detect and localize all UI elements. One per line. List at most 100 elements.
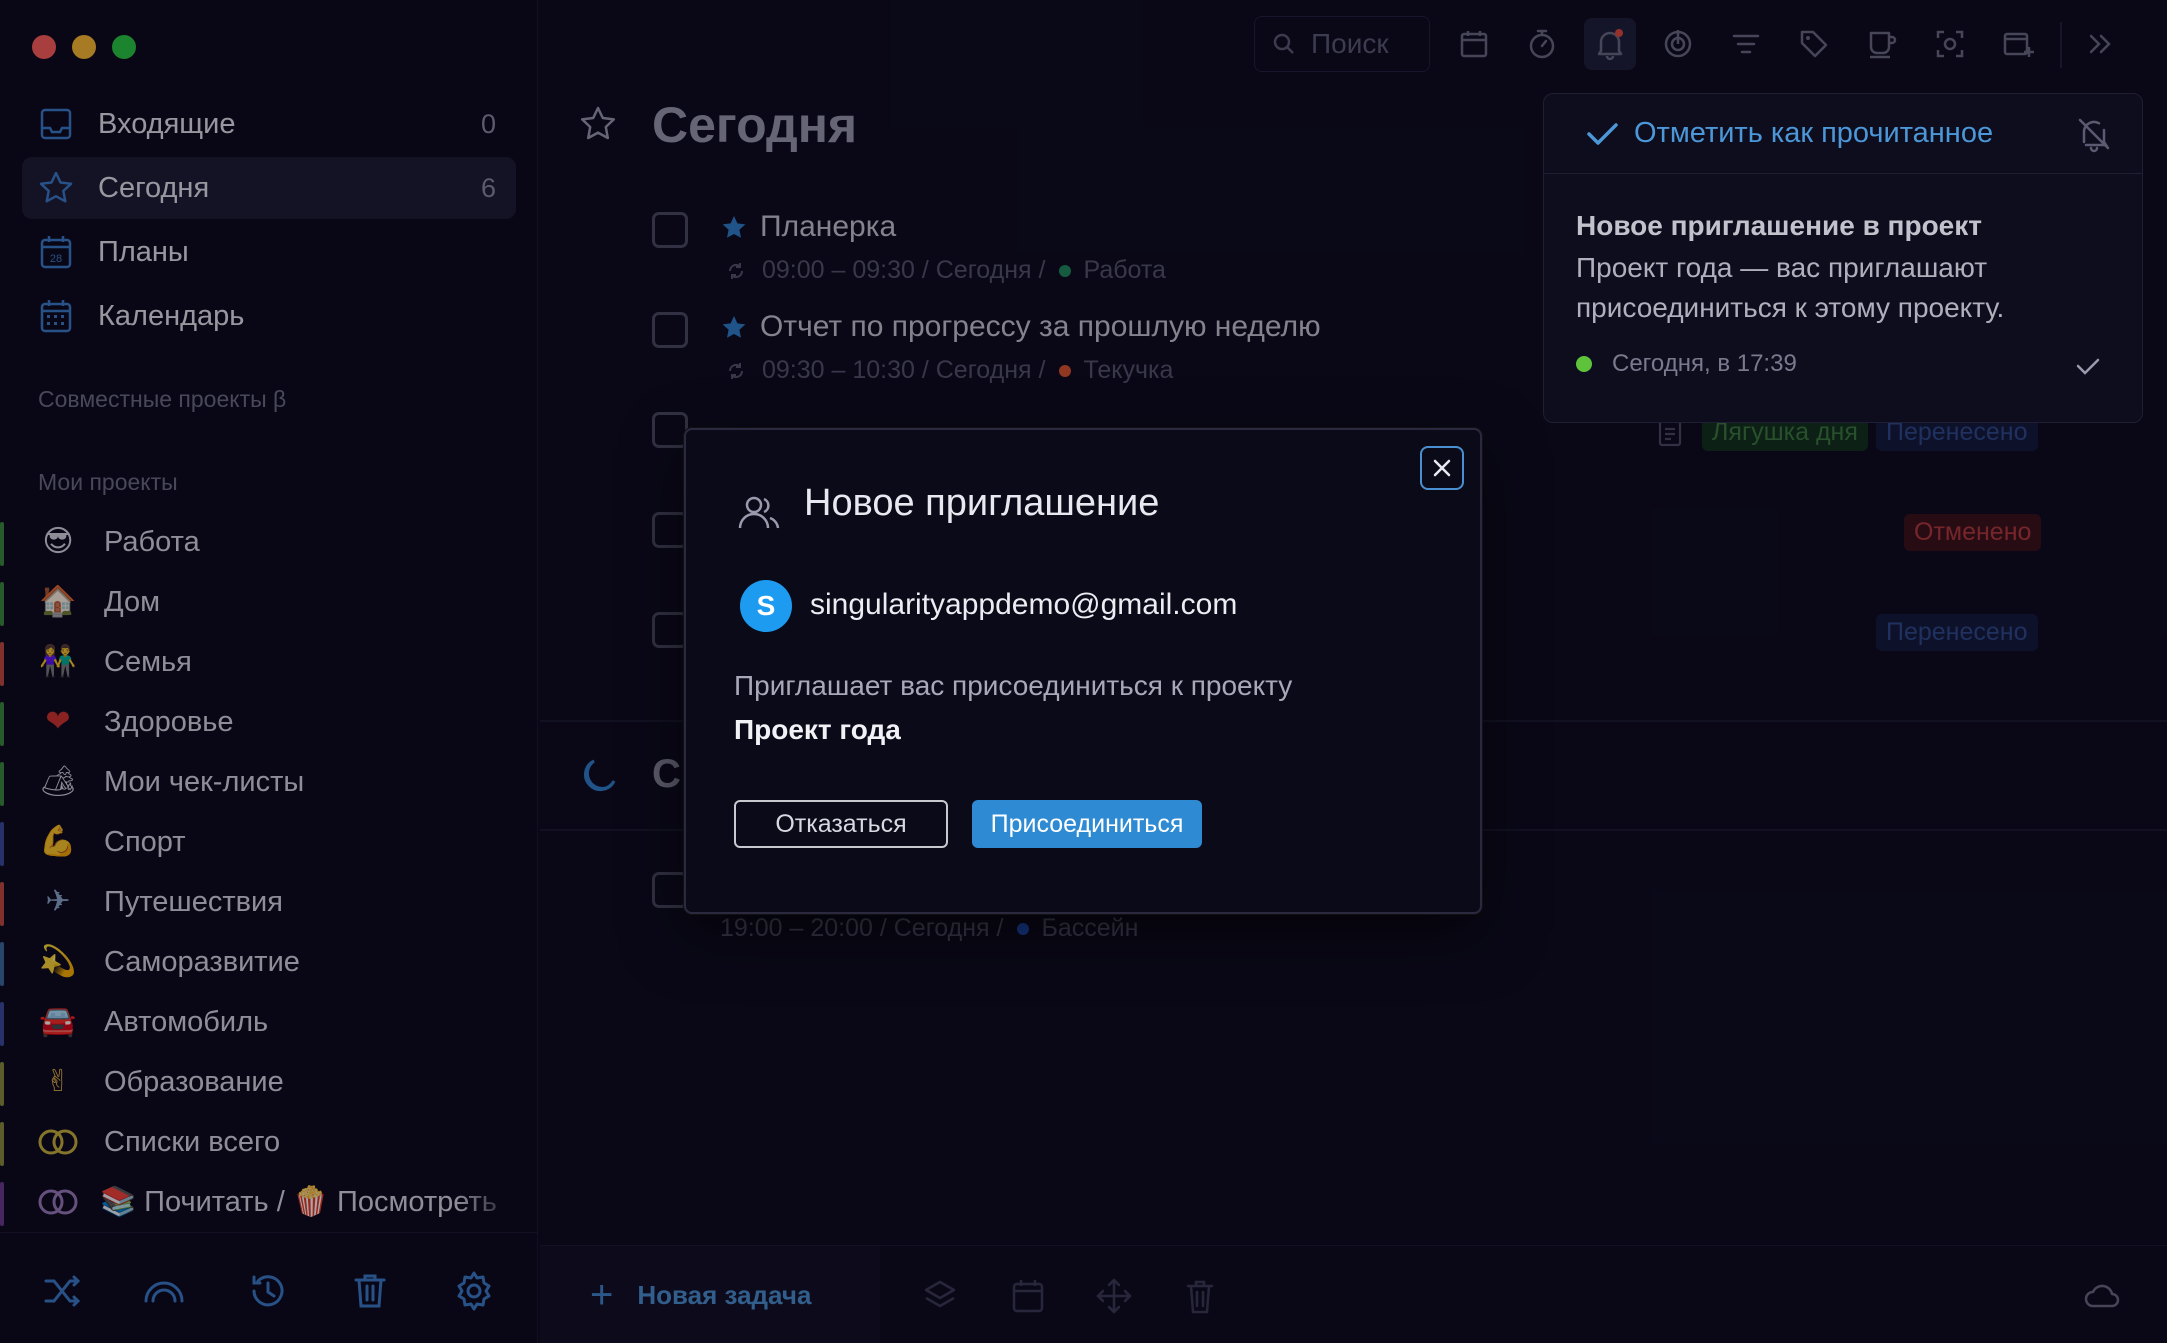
notifications-button[interactable] bbox=[1584, 18, 1636, 70]
pomodoro-button[interactable] bbox=[1856, 18, 1908, 70]
task-title: Отчет по прогрессу за прошлую неделю bbox=[760, 310, 1321, 343]
sidebar-item-today[interactable]: Сегодня 6 bbox=[22, 157, 516, 219]
history-icon[interactable] bbox=[246, 1269, 290, 1313]
project-label: Здоровье bbox=[104, 705, 234, 738]
bell-off-icon[interactable] bbox=[2074, 114, 2114, 154]
svg-text:28: 28 bbox=[50, 253, 62, 265]
project-color-bar bbox=[0, 1062, 4, 1106]
project-color-bar bbox=[0, 522, 4, 566]
invitation-dialog: Новое приглашение S singularityappdemo@g… bbox=[684, 428, 1482, 914]
task-checkbox[interactable] bbox=[652, 512, 688, 548]
tag-postponed: Перенесено bbox=[1876, 614, 2038, 651]
users-icon bbox=[738, 496, 780, 529]
project-label: Дом bbox=[104, 585, 161, 618]
search-input[interactable]: Поиск bbox=[1254, 16, 1430, 72]
family-emoji-icon: 👫 bbox=[39, 644, 77, 679]
project-item-family[interactable]: 👫 Семья bbox=[0, 634, 538, 690]
notification-time: Сегодня, в 17:39 bbox=[1576, 350, 1797, 378]
heart-emoji-icon: ❤ bbox=[45, 704, 71, 739]
calendar-icon[interactable] bbox=[1008, 1276, 1048, 1316]
calendar-grid-icon bbox=[40, 300, 72, 333]
project-label: Автомобиль bbox=[104, 1005, 269, 1038]
minimize-window-button[interactable] bbox=[72, 35, 96, 59]
calendar-button[interactable] bbox=[1448, 18, 1500, 70]
decline-button[interactable]: Отказаться bbox=[734, 800, 948, 848]
new-window-button[interactable] bbox=[1992, 18, 2044, 70]
project-color-bar bbox=[0, 762, 4, 806]
move-icon[interactable] bbox=[1094, 1276, 1134, 1316]
sidebar-item-calendar[interactable]: Календарь bbox=[22, 285, 516, 347]
check-icon[interactable] bbox=[2074, 352, 2102, 380]
project-item-work[interactable]: 😎 Работа bbox=[0, 514, 538, 570]
project-item-sport[interactable]: 💪 Спорт bbox=[0, 814, 538, 870]
project-item-health[interactable]: ❤ Здоровье bbox=[0, 694, 538, 750]
dizzy-emoji-icon: 💫 bbox=[39, 944, 77, 979]
project-color-bar bbox=[0, 582, 4, 626]
project-item-travel[interactable]: ✈ Путешествия bbox=[0, 874, 538, 930]
trash-icon[interactable] bbox=[1180, 1276, 1220, 1316]
folder-group-icon bbox=[36, 1180, 80, 1224]
mark-as-read-button[interactable]: Отметить как прочитанное bbox=[1634, 117, 1993, 150]
shuffle-icon[interactable] bbox=[40, 1269, 84, 1313]
project-color-bar bbox=[0, 642, 4, 686]
screenshot-button[interactable] bbox=[1924, 18, 1976, 70]
project-item-self-development[interactable]: 💫 Саморазвитие bbox=[0, 934, 538, 990]
task-checkbox[interactable] bbox=[652, 312, 688, 348]
sidebar: Входящие 0 Сегодня 6 28 Планы Календарь … bbox=[0, 0, 538, 1343]
project-label: Мои чек-листы bbox=[104, 765, 305, 798]
project-item-home[interactable]: 🏠 Дом bbox=[0, 574, 538, 630]
sidebar-item-inbox[interactable]: Входящие 0 bbox=[22, 93, 516, 155]
sidebar-item-count: 6 bbox=[480, 172, 496, 203]
filter-icon bbox=[1732, 34, 1760, 54]
my-projects-title[interactable]: Мои проекты bbox=[38, 469, 178, 496]
project-item-read-watch[interactable]: 📚 Почитать / 🍿 Посмотреть bbox=[0, 1174, 538, 1230]
project-label: Семья bbox=[104, 645, 192, 678]
maximize-window-button[interactable] bbox=[112, 35, 136, 59]
tags-button[interactable] bbox=[1788, 18, 1840, 70]
sidebar-item-plans[interactable]: 28 Планы bbox=[22, 221, 516, 283]
rainbow-icon[interactable] bbox=[142, 1269, 186, 1313]
tag-icon bbox=[1800, 30, 1828, 58]
focus-button[interactable] bbox=[1652, 18, 1704, 70]
layers-icon[interactable] bbox=[920, 1276, 960, 1316]
check-icon[interactable] bbox=[1584, 116, 1620, 152]
star-filled-icon bbox=[722, 216, 746, 238]
cloud-sync-icon[interactable] bbox=[2082, 1276, 2122, 1316]
gear-icon[interactable] bbox=[452, 1269, 496, 1313]
task-checkbox[interactable] bbox=[652, 212, 688, 248]
new-task-button[interactable]: + Новая задача bbox=[540, 1246, 880, 1343]
unread-dot bbox=[1576, 356, 1592, 372]
close-window-button[interactable] bbox=[32, 35, 56, 59]
task-time: 19:00 – 20:00 / Сегодня / bbox=[720, 914, 1004, 942]
project-item-car[interactable]: 🚘 Автомобиль bbox=[0, 994, 538, 1050]
add-window-icon bbox=[2003, 32, 2034, 57]
sidebar-item-label: Календарь bbox=[98, 299, 245, 332]
project-dot bbox=[1059, 364, 1072, 377]
project-label: Списки всего bbox=[104, 1125, 281, 1158]
star-filled-icon bbox=[722, 316, 746, 338]
project-item-lists[interactable]: Списки всего bbox=[0, 1114, 538, 1170]
shared-projects-title[interactable]: Совместные проекты β bbox=[38, 386, 286, 413]
victory-hand-emoji-icon: ✌ bbox=[45, 1064, 71, 1099]
task-checkbox[interactable] bbox=[652, 612, 688, 648]
timer-button[interactable] bbox=[1516, 18, 1568, 70]
close-button[interactable] bbox=[1420, 446, 1464, 490]
inviter-email: singularityappdemo@gmail.com bbox=[810, 588, 1238, 621]
inbox-icon bbox=[40, 108, 72, 140]
task-checkbox[interactable] bbox=[652, 872, 688, 908]
join-button[interactable]: Присоединиться bbox=[972, 800, 1202, 848]
cup-icon bbox=[1869, 31, 1897, 59]
notification-panel: Отметить как прочитанное Новое приглашен… bbox=[1543, 93, 2143, 423]
project-item-education[interactable]: ✌ Образование bbox=[0, 1054, 538, 1110]
camping-emoji-icon: 🏕 bbox=[38, 764, 78, 799]
task-checkbox[interactable] bbox=[652, 412, 688, 448]
trash-icon[interactable] bbox=[348, 1269, 392, 1313]
sidebar-item-label: Планы bbox=[98, 235, 189, 268]
plus-icon: + bbox=[590, 1272, 614, 1317]
car-emoji-icon: 🚘 bbox=[39, 1004, 77, 1039]
project-item-checklists[interactable]: 🏕 Мои чек-листы bbox=[0, 754, 538, 810]
project-color-bar bbox=[0, 1002, 4, 1046]
collapse-panel-button[interactable] bbox=[2074, 18, 2126, 70]
muscle-emoji-icon: 💪 bbox=[39, 824, 77, 859]
filter-button[interactable] bbox=[1720, 18, 1772, 70]
